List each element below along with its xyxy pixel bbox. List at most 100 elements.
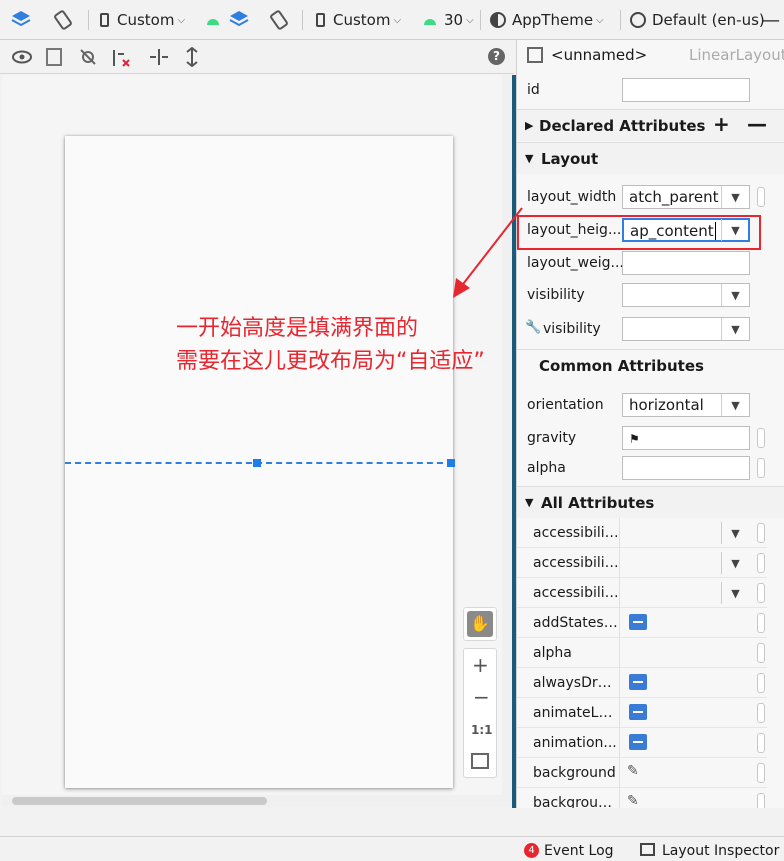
all-attributes-section[interactable]: ▼ All Attributes [517,486,784,518]
rotate-icon[interactable] [52,0,74,40]
canvas-vertical-scrollbar[interactable] [502,75,512,795]
eye-icon[interactable] [12,48,34,70]
api-dropdown[interactable]: 30 ⌵ [422,0,474,40]
visibility-label: visibility [527,287,585,303]
locale-label: Default (en-us) [652,11,765,29]
id-row: id [517,75,784,105]
distribute-horizontal-icon[interactable] [148,48,170,70]
chevron-down-icon[interactable]: ▼ [721,394,749,416]
id-label: id [527,82,540,98]
design-toolbar: ? [0,40,514,74]
inspector-icon [640,843,655,856]
resource-picker-button[interactable] [757,703,765,723]
resource-picker-button[interactable] [757,187,765,207]
rotate-icon-2[interactable] [268,0,290,40]
theme-dropdown[interactable]: AppTheme ⌵ [490,0,604,40]
layout-grid-icon[interactable] [46,48,62,66]
theme-label: AppTheme [512,11,594,29]
zoom-actual-size[interactable]: 1:1 [471,723,493,737]
layout-section-label: Layout [541,150,599,168]
clear-constraints-icon[interactable] [110,48,132,72]
zoom-in-icon[interactable]: + [472,653,489,677]
gravity-field[interactable]: ⚑ [622,426,750,450]
id-field[interactable] [622,78,750,102]
zoom-out-icon[interactable]: − [473,685,490,709]
resource-picker-button[interactable] [757,613,765,633]
visibility-row: visibility ▼ [517,280,784,310]
column-divider [619,758,620,788]
constraints-off-icon[interactable] [78,48,98,70]
canvas-horizontal-scrollbar[interactable] [2,795,512,807]
layout-inspector-button[interactable]: Layout Inspector [662,843,779,859]
wrench-icon: 🔧 [525,320,542,335]
device-label: Custom [117,11,175,29]
resource-picker-button[interactable] [757,673,765,693]
alpha-picker-button[interactable] [757,458,765,478]
locale-dropdown[interactable]: Default (en-us) [630,0,765,40]
flag-editor-icon[interactable] [629,614,647,630]
declared-attributes-section[interactable]: ▶ Declared Attributes + — [517,109,784,141]
layers-icon[interactable] [10,0,32,40]
layout-section[interactable]: ▼ Layout [517,142,784,174]
attribute-row: accessibilit... ▼ [517,548,767,578]
color-picker-icon[interactable]: ✎ [627,763,639,779]
common-attributes-section[interactable]: Common Attributes [517,349,784,381]
attribute-label: animation... [533,735,617,751]
chevron-down-icon[interactable]: ▼ [721,318,749,340]
alpha-row: alpha [517,453,784,483]
resource-picker-button[interactable] [757,793,765,808]
gravity-row: gravity ⚑ [517,423,784,453]
column-divider [619,578,620,608]
device-dropdown[interactable]: Custom ⌵ [100,0,185,40]
flag-editor-icon[interactable] [629,734,647,750]
attribute-label: accessibilit... [533,555,619,571]
layout-width-value: atch_parent [629,188,719,206]
highlight-box [517,215,761,250]
status-bar: 4 Event Log Layout Inspector [0,836,784,861]
chevron-down-icon[interactable]: ▼ [721,284,749,306]
distribute-vertical-icon[interactable] [184,46,200,71]
color-picker-icon[interactable]: ✎ [627,793,639,808]
event-count-badge: 4 [524,843,539,858]
pan-hand-button[interactable]: ✋ [463,607,497,641]
attribute-row: backgroun... ✎ [517,788,767,808]
component-type: LinearLayout [689,46,784,64]
flag-icon: ⚑ [629,432,640,446]
flag-editor-icon[interactable] [629,674,647,690]
chevron-down-icon[interactable]: ▼ [721,582,749,604]
resize-handle-right[interactable] [447,459,455,467]
resource-picker-button[interactable] [757,763,765,783]
attribute-label: background [533,765,616,781]
scroll-thumb[interactable] [12,797,267,805]
layers-icon-2[interactable] [228,0,250,40]
resource-picker-button[interactable] [757,733,765,753]
help-icon[interactable]: ? [488,48,505,65]
resource-picker-button[interactable] [757,583,765,603]
attribute-row: animateLa... [517,698,767,728]
add-attribute-button[interactable]: + [713,112,730,136]
gravity-picker-button[interactable] [757,428,765,448]
resource-picker-button[interactable] [757,553,765,573]
resize-handle-bottom[interactable] [253,459,261,467]
declared-attributes-label: Declared Attributes [539,117,706,135]
flag-editor-icon[interactable] [629,704,647,720]
column-divider [619,638,620,668]
attribute-label: accessibilit... [533,525,619,541]
resource-picker-button[interactable] [757,643,765,663]
event-log-button[interactable]: Event Log [544,843,614,859]
layout-type-icon [527,47,543,63]
chevron-down-icon[interactable]: ▼ [721,552,749,574]
more-icon[interactable]: — [762,0,780,40]
resource-picker-button[interactable] [757,523,765,543]
chevron-down-icon[interactable]: ▼ [721,186,749,208]
zoom-fit-icon[interactable] [471,753,489,769]
alpha-field[interactable] [622,456,750,480]
layout-weight-field[interactable] [622,251,750,275]
remove-attribute-button[interactable]: — [747,112,767,136]
annotation-line-1: 一开始高度是填满界面的 [176,316,419,341]
expanded-arrow-icon-2: ▼ [525,496,534,509]
attribute-row: animation... [517,728,767,758]
device-dropdown-2[interactable]: Custom ⌵ [316,0,401,40]
chevron-down-icon[interactable]: ▼ [721,522,749,544]
column-divider [619,518,620,548]
